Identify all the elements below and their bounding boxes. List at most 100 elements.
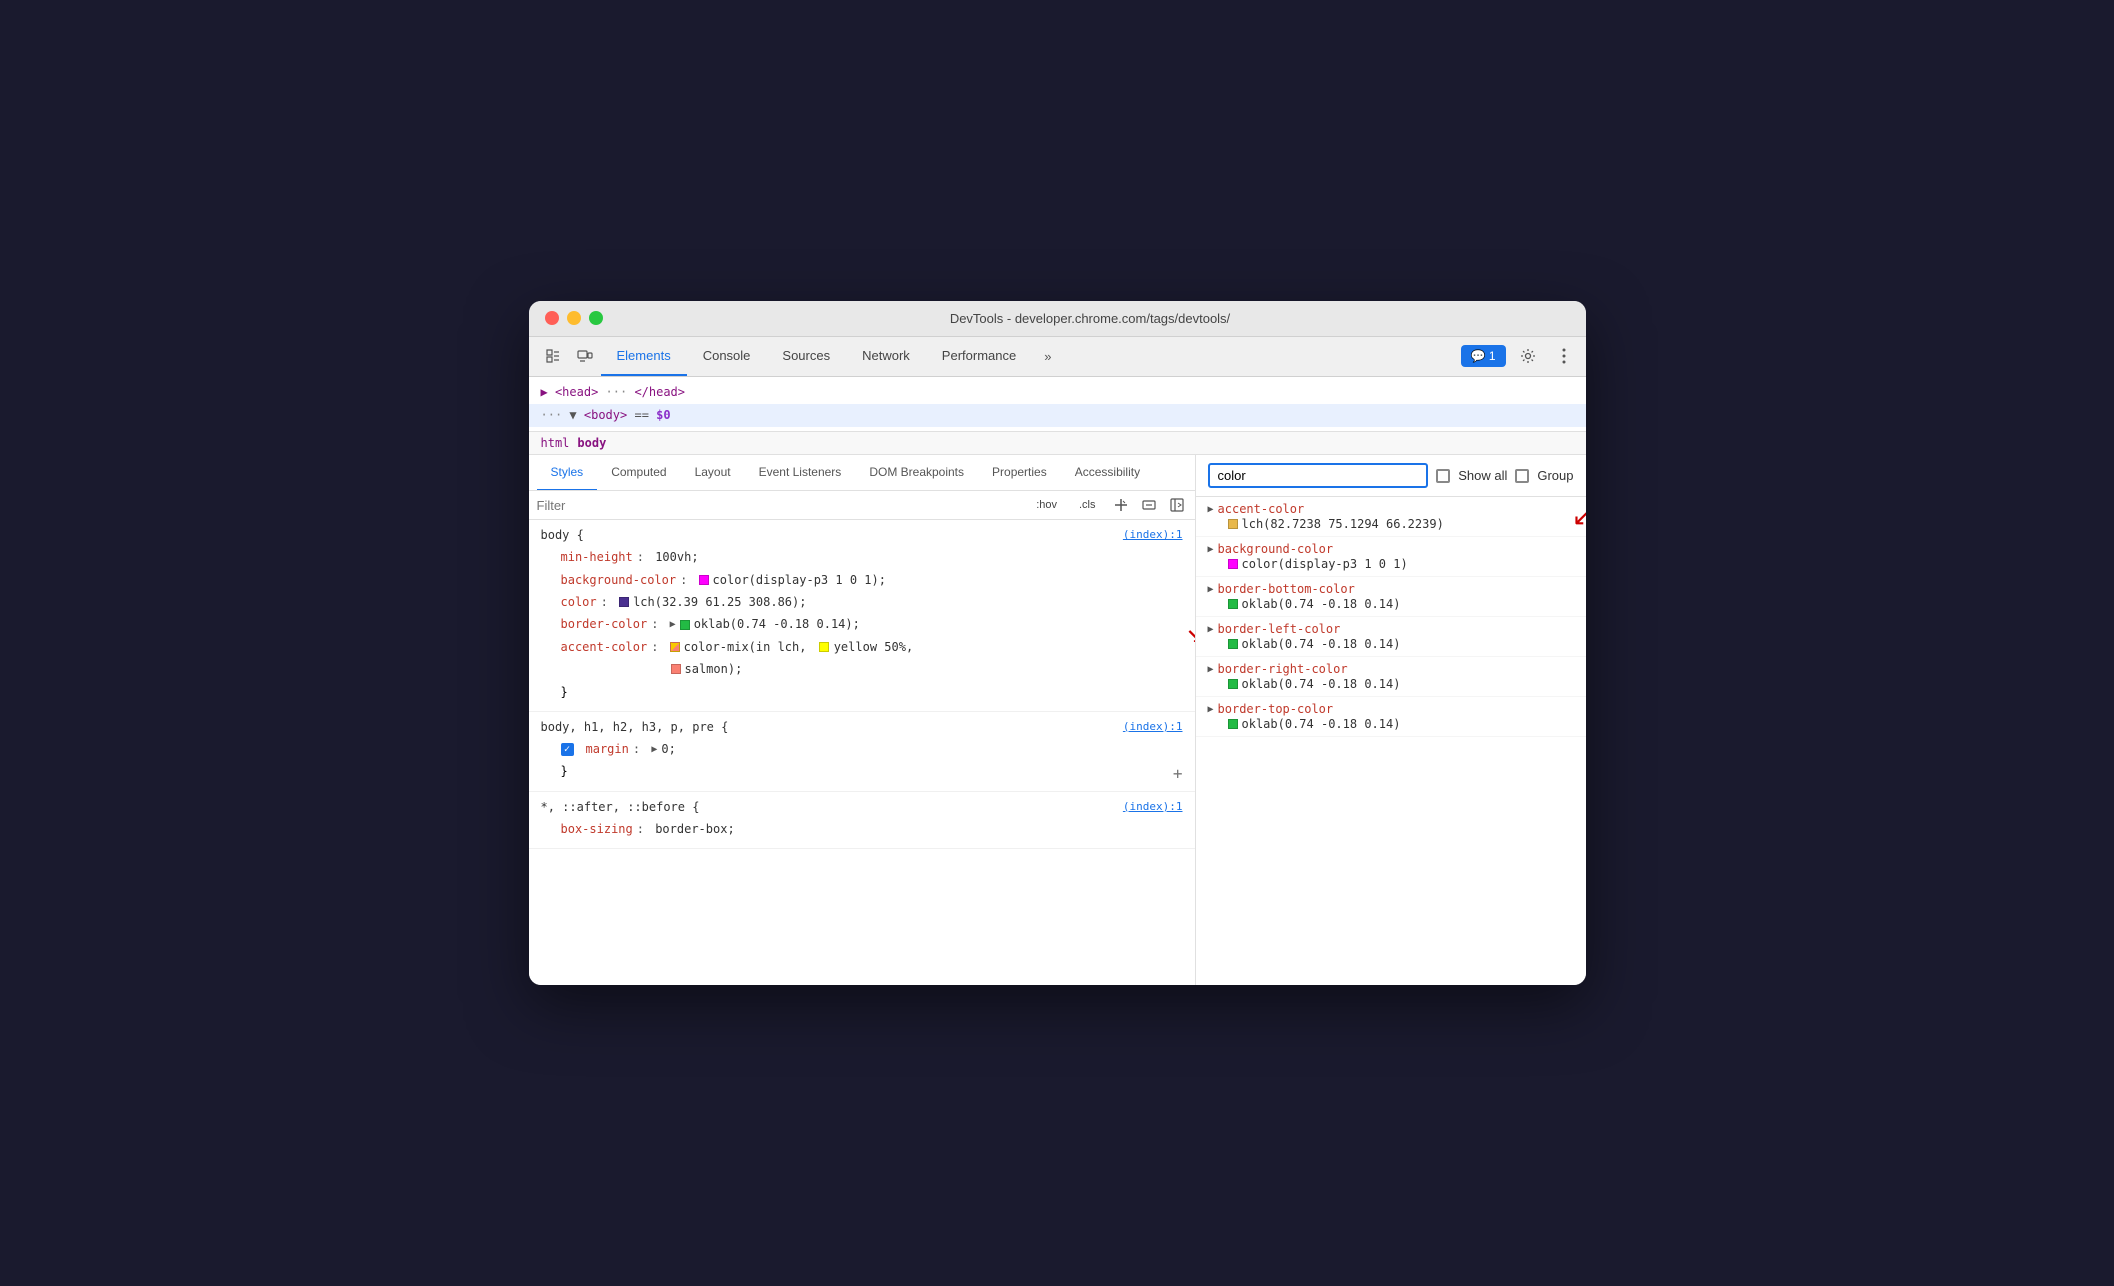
minimize-button[interactable] (567, 311, 581, 325)
accent-color-computed-swatch[interactable] (1228, 519, 1238, 529)
css-rule-universal: *, ::after, ::before { (index):1 box-siz… (529, 792, 1195, 849)
settings-icon[interactable] (1514, 342, 1542, 370)
show-all-label: Show all (1458, 468, 1507, 483)
sub-tab-properties[interactable]: Properties (978, 455, 1061, 491)
border-left-swatch[interactable] (1228, 639, 1238, 649)
maximize-button[interactable] (589, 311, 603, 325)
border-top-swatch[interactable] (1228, 719, 1238, 729)
dom-head-line[interactable]: ▶ <head> ··· </head> (529, 381, 1586, 404)
computed-item-accent-color: ▶ accent-color lch(82.7238 75.1294 66.22… (1196, 497, 1586, 537)
computed-prop-border-right-color[interactable]: ▶ border-right-color (1208, 662, 1574, 676)
sub-tab-styles[interactable]: Styles (537, 455, 598, 491)
css-source-link[interactable]: (index):1 (1123, 528, 1183, 541)
more-menu-icon[interactable] (1550, 342, 1578, 370)
css-panel: body { (index):1 min-height : 100vh; bac… (529, 520, 1195, 985)
sub-tab-dom-breakpoints[interactable]: DOM Breakpoints (855, 455, 978, 491)
expand-border-right-triangle[interactable]: ▶ (1208, 664, 1214, 675)
computed-val-accent-color: lch(82.7238 75.1294 66.2239) (1208, 517, 1574, 531)
tab-elements[interactable]: Elements (601, 336, 687, 376)
expand-border-top-triangle[interactable]: ▶ (1208, 704, 1214, 715)
tab-network[interactable]: Network (846, 336, 926, 376)
css-prop-min-height: min-height : 100vh; (541, 546, 1183, 568)
group-label: Group (1537, 468, 1573, 483)
expand-border-icon[interactable]: ▶ (670, 616, 676, 633)
bg-color-computed-swatch[interactable] (1228, 559, 1238, 569)
element-state-icon[interactable] (1139, 495, 1159, 515)
group-checkbox[interactable] (1515, 469, 1529, 483)
margin-checkbox[interactable]: ✓ (561, 743, 574, 756)
computed-header: Show all Group (1196, 455, 1586, 497)
dom-body-line[interactable]: ··· ▼ <body> == $0 (529, 404, 1586, 427)
breadcrumb-body[interactable]: body (577, 436, 606, 450)
computed-prop-border-bottom-color[interactable]: ▶ border-bottom-color (1208, 582, 1574, 596)
sub-tabs: Styles Computed Layout Event Listeners D… (529, 455, 1195, 491)
computed-val-background-color: color(display-p3 1 0 1) (1208, 557, 1574, 571)
breadcrumb-html[interactable]: html (541, 436, 570, 450)
sub-tab-event-listeners[interactable]: Event Listeners (745, 455, 856, 491)
border-color-swatch[interactable] (680, 620, 690, 630)
annotation-arrow-left: ↙ (1186, 609, 1195, 657)
tab-console[interactable]: Console (687, 336, 767, 376)
sub-tab-layout[interactable]: Layout (681, 455, 745, 491)
title-bar: DevTools - developer.chrome.com/tags/dev… (529, 301, 1586, 337)
computed-val-border-top-color: oklab(0.74 -0.18 0.14) (1208, 717, 1574, 731)
add-property-button[interactable]: + (1173, 764, 1183, 783)
notification-button[interactable]: 💬 1 (1461, 345, 1506, 367)
computed-prop-border-top-color[interactable]: ▶ border-top-color (1208, 702, 1574, 716)
css-selector-body-headings: body, h1, h2, h3, p, pre { (index):1 (541, 720, 1183, 734)
computed-val-border-left-color: oklab(0.74 -0.18 0.14) (1208, 637, 1574, 651)
css-rule-close-2: } (541, 760, 1183, 782)
right-panel: Show all Group ▶ accent-color lch(82.723… (1196, 455, 1586, 985)
expand-margin-icon[interactable]: ▶ (651, 741, 657, 758)
dom-tree: ▶ <head> ··· </head> ··· ▼ <body> == $0 (529, 377, 1586, 432)
sub-tab-computed[interactable]: Computed (597, 455, 680, 491)
background-color-swatch[interactable] (699, 575, 709, 585)
filter-input[interactable] (537, 498, 1022, 513)
computed-item-background-color: ▶ background-color color(display-p3 1 0 … (1196, 537, 1586, 577)
show-all-checkbox[interactable] (1436, 469, 1450, 483)
inspector-icon[interactable] (537, 340, 569, 372)
computed-search-input[interactable] (1208, 463, 1429, 488)
expand-border-left-triangle[interactable]: ▶ (1208, 624, 1214, 635)
computed-item-border-top-color: ▶ border-top-color oklab(0.74 -0.18 0.14… (1196, 697, 1586, 737)
yellow-swatch[interactable] (819, 642, 829, 652)
filter-bar: :hov .cls (529, 491, 1195, 520)
css-prop-border-color: border-color : ▶ oklab(0.74 -0.18 0.14);… (541, 613, 1183, 635)
expand-accent-triangle[interactable]: ▶ (1208, 504, 1214, 515)
expand-bg-triangle[interactable]: ▶ (1208, 544, 1214, 555)
tab-sources[interactable]: Sources (766, 336, 846, 376)
sub-tab-accessibility[interactable]: Accessibility (1061, 455, 1154, 491)
computed-options: Show all Group (1436, 468, 1573, 483)
border-bottom-swatch[interactable] (1228, 599, 1238, 609)
expand-border-bottom-triangle[interactable]: ▶ (1208, 584, 1214, 595)
computed-val-border-right-color: oklab(0.74 -0.18 0.14) (1208, 677, 1574, 691)
computed-item-border-left-color: ▶ border-left-color oklab(0.74 -0.18 0.1… (1196, 617, 1586, 657)
left-panel: Styles Computed Layout Event Listeners D… (529, 455, 1196, 985)
cls-button[interactable]: .cls (1072, 496, 1103, 514)
color-swatch[interactable] (619, 597, 629, 607)
computed-item-border-bottom-color: ▶ border-bottom-color oklab(0.74 -0.18 0… (1196, 577, 1586, 617)
computed-prop-accent-color[interactable]: ▶ accent-color (1208, 502, 1574, 516)
computed-list: ▶ accent-color lch(82.7238 75.1294 66.22… (1196, 497, 1586, 985)
css-source-link-2[interactable]: (index):1 (1123, 720, 1183, 733)
accent-color-swatch[interactable] (670, 642, 680, 652)
computed-prop-border-left-color[interactable]: ▶ border-left-color (1208, 622, 1574, 636)
css-prop-margin: ✓ margin : ▶ 0; (541, 738, 1183, 760)
css-source-link-3[interactable]: (index):1 (1123, 800, 1183, 813)
add-style-icon[interactable] (1111, 495, 1131, 515)
css-prop-color: color : lch(32.39 61.25 308.86); (541, 591, 1183, 613)
device-icon[interactable] (569, 340, 601, 372)
computed-prop-background-color[interactable]: ▶ background-color (1208, 542, 1574, 556)
tab-performance[interactable]: Performance (926, 336, 1032, 376)
border-right-swatch[interactable] (1228, 679, 1238, 689)
tab-bar-right: 💬 1 (1461, 342, 1578, 370)
toggle-sidebar-icon[interactable] (1167, 495, 1187, 515)
css-selector-body: body { (index):1 (541, 528, 1183, 542)
tab-more[interactable]: » (1032, 341, 1063, 372)
hov-button[interactable]: :hov (1029, 496, 1064, 514)
close-button[interactable] (545, 311, 559, 325)
devtools-window: DevTools - developer.chrome.com/tags/dev… (529, 301, 1586, 985)
computed-val-border-bottom-color: oklab(0.74 -0.18 0.14) (1208, 597, 1574, 611)
salmon-swatch[interactable] (671, 664, 681, 674)
css-rule-body: body { (index):1 min-height : 100vh; bac… (529, 520, 1195, 712)
